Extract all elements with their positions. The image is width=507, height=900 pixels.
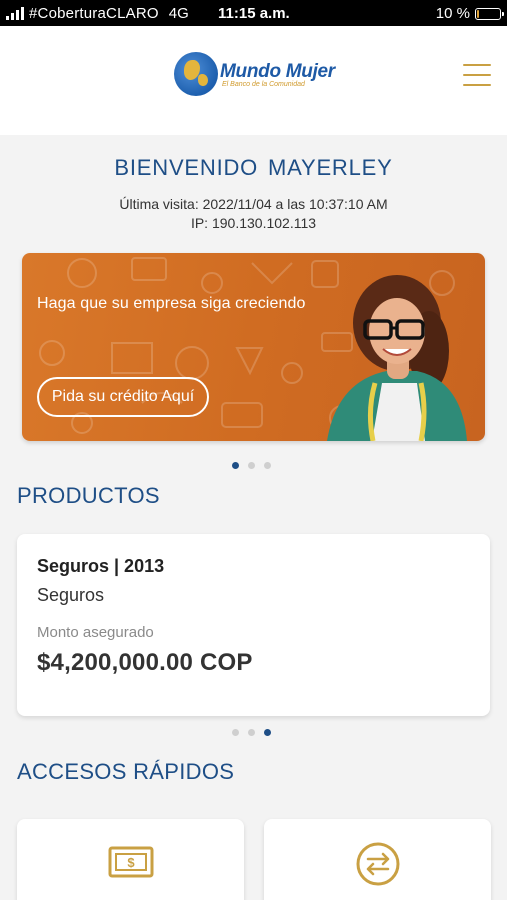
quick-access-item-payments[interactable]: $ (17, 819, 244, 900)
battery-icon (475, 7, 504, 20)
hamburger-menu-icon[interactable] (463, 64, 491, 86)
battery-indicator: 10 % (435, 5, 504, 22)
insured-amount-value: $4,200,000.00 COP (37, 649, 253, 676)
visit-info: Última visita: 2022/11/04 a las 10:37:10… (0, 195, 507, 233)
carousel-dot[interactable] (232, 729, 239, 736)
globe-logo-icon (174, 52, 218, 96)
brand-logo[interactable]: Mundo Mujer El Banco de la Comunidad (174, 52, 335, 96)
logo-title: Mundo Mujer (220, 60, 335, 82)
promo-banner[interactable]: Haga que su empresa siga creciendo Pida … (22, 253, 485, 441)
welcome-title: BIENVENIDO MAYERLEY (114, 155, 393, 180)
app-header: Mundo Mujer El Banco de la Comunidad (0, 26, 507, 135)
banner-headline: Haga que su empresa siga creciendo (37, 295, 306, 312)
transfer-arrows-icon (356, 842, 399, 886)
product-name: Seguros | 2013 (37, 556, 165, 576)
products-section-title: PRODUCTOS (17, 483, 160, 508)
quick-access-item-transfers[interactable] (264, 819, 491, 900)
quick-access-section-title: ACCESOS RÁPIDOS (17, 759, 235, 784)
carousel-dot[interactable] (232, 462, 239, 469)
banner-carousel-dots (232, 462, 271, 469)
carousel-dot[interactable] (248, 462, 255, 469)
woman-portrait-image (327, 275, 467, 441)
logo-subtitle: El Banco de la Comunidad (222, 80, 305, 88)
product-carousel-dots (232, 729, 271, 736)
signal-strength-icon (6, 6, 24, 20)
network-type: 4G (168, 4, 189, 22)
request-credit-button[interactable]: Pida su crédito Aquí (37, 377, 209, 417)
carrier-name: #CoberturaCLARO (29, 4, 159, 22)
money-bill-icon: $ (108, 846, 153, 878)
battery-fill (477, 9, 479, 18)
status-time: 11:15 a.m. (218, 5, 290, 22)
carousel-dot[interactable] (264, 462, 271, 469)
product-card[interactable]: Seguros | 2013 Seguros Monto asegurado $… (17, 534, 490, 716)
svg-text:$: $ (127, 855, 135, 870)
insured-amount-label: Monto asegurado (37, 624, 154, 641)
last-visit-text: Última visita: 2022/11/04 a las 10:37:10… (119, 196, 388, 212)
carousel-dot[interactable] (248, 729, 255, 736)
carousel-dot[interactable] (264, 729, 271, 736)
ip-address-text: IP: 190.130.102.113 (190, 215, 317, 231)
status-bar: #CoberturaCLARO 4G 11:15 a.m. 10 % (0, 0, 507, 26)
battery-percentage: 10 % (435, 5, 470, 22)
product-type: Seguros (37, 585, 105, 605)
